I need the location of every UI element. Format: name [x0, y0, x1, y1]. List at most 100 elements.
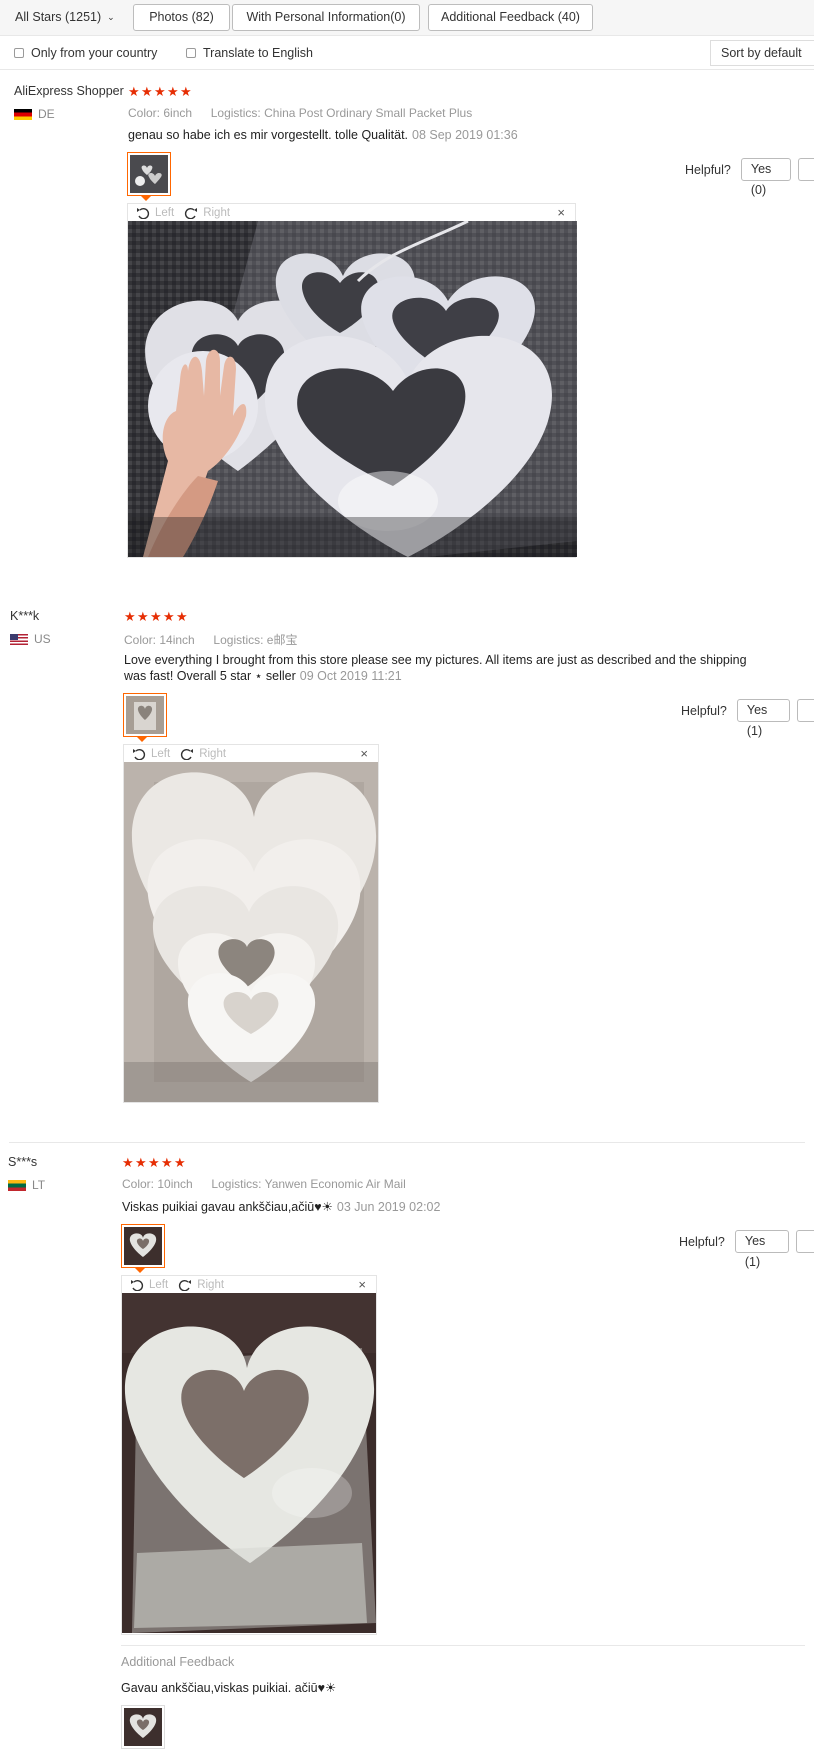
viewer-toolbar: Left Right ×: [124, 745, 378, 762]
rotate-right-label: Right: [197, 1278, 225, 1291]
rotate-left-icon: [131, 1279, 144, 1291]
color-value: 6inch: [163, 106, 193, 120]
only-country-checkbox[interactable]: Only from your country: [14, 46, 157, 60]
close-icon[interactable]: ×: [358, 1276, 366, 1293]
checkbox-box[interactable]: [14, 48, 24, 58]
close-icon[interactable]: ×: [360, 745, 368, 762]
color-label: Color:: [122, 1177, 155, 1191]
rotate-right-button[interactable]: Right: [180, 748, 226, 760]
logistics-label: Logistics:: [210, 106, 261, 120]
rotate-left-label: Left: [151, 747, 171, 760]
helpful-no-button[interactable]: [796, 699, 814, 722]
helpful-yes-button[interactable]: Yes (1): [734, 1230, 790, 1269]
review-photo: [128, 221, 577, 557]
rotate-right-button[interactable]: Right: [178, 1279, 224, 1291]
close-icon[interactable]: ×: [557, 204, 565, 221]
user-country: LT: [8, 1178, 45, 1192]
user-name: S***s: [8, 1155, 38, 1169]
helpful-yes-button[interactable]: Yes (1): [736, 699, 790, 738]
order-info: Color: 10inch Logistics: Yanwen Economic…: [122, 1177, 406, 1191]
review-body: genau so habe ich es mir vorgestellt. to…: [128, 128, 409, 142]
review-text: genau so habe ich es mir vorgestellt. to…: [128, 127, 518, 143]
all-stars-dropdown[interactable]: All Stars (1251) ⌄: [15, 10, 115, 24]
star-rating: ★ ★ ★ ★ ★: [128, 84, 192, 99]
user-name: K***k: [10, 609, 40, 623]
star-icon: ★: [161, 1155, 173, 1170]
photo-thumbnail[interactable]: [123, 693, 167, 737]
thumbnail-pointer: [141, 196, 151, 201]
viewer-toolbar: Left Right ×: [122, 1276, 376, 1293]
star-icon: ★: [124, 609, 136, 624]
options-bar: Only from your country Translate to Engl…: [0, 36, 814, 70]
additional-feedback-text: Gavau ankščiau,viskas puikiai. ačiū♥☀: [121, 1681, 337, 1695]
personal-info-filter-button[interactable]: With Personal Information(0): [232, 4, 420, 31]
country-code: LT: [32, 1178, 46, 1192]
logistics-value: Yanwen Economic Air Mail: [264, 1177, 406, 1191]
star-icon: ★: [135, 1155, 147, 1170]
star-icon: ★: [148, 1155, 160, 1170]
photos-filter-button[interactable]: Photos (82): [133, 4, 230, 31]
only-country-label: Only from your country: [31, 46, 158, 60]
logistics-value: China Post Ordinary Small Packet Plus: [264, 106, 473, 120]
user-name: AliExpress Shopper: [14, 84, 124, 98]
review-photo: [124, 762, 378, 1102]
rotate-right-icon: [181, 748, 194, 760]
viewer-toolbar: Left Right ×: [128, 204, 575, 221]
order-info: Color: 14inch Logistics: e邮宝: [124, 631, 297, 648]
rotate-right-label: Right: [203, 206, 231, 219]
chevron-down-icon: ⌄: [107, 12, 115, 22]
thumbnail-image: [124, 1227, 162, 1265]
rotate-right-icon: [185, 207, 198, 219]
helpful-vote: Helpful? Yes (1): [679, 1230, 814, 1269]
star-icon: ★: [150, 609, 162, 624]
rotate-left-icon: [137, 207, 150, 219]
rotate-left-button[interactable]: Left: [136, 207, 174, 219]
helpful-no-button[interactable]: [796, 1230, 814, 1253]
thumbnail-pointer: [135, 1268, 145, 1273]
additional-photo-thumbnail[interactable]: [121, 1705, 165, 1749]
helpful-label: Helpful?: [679, 1234, 725, 1249]
thumbnail-pointer: [137, 737, 147, 742]
color-value: 10inch: [157, 1177, 193, 1191]
sort-dropdown[interactable]: Sort by default: [710, 40, 814, 66]
star-icon: ★: [141, 84, 153, 99]
rotate-left-icon: [133, 748, 146, 760]
logistics-value: e邮宝: [266, 633, 298, 647]
star-icon: ★: [163, 609, 175, 624]
review-photo: [122, 1293, 376, 1633]
star-icon: ★: [154, 84, 166, 99]
rotate-left-button[interactable]: Left: [130, 1279, 168, 1291]
rotate-left-label: Left: [149, 1278, 169, 1291]
photo-thumbnail[interactable]: [121, 1224, 165, 1268]
user-country: DE: [14, 107, 55, 121]
translate-checkbox[interactable]: Translate to English: [186, 46, 313, 60]
logistics-label: Logistics:: [213, 633, 264, 647]
user-country: US: [10, 632, 51, 646]
color-label: Color:: [124, 633, 157, 647]
star-rating: ★ ★ ★ ★ ★: [124, 609, 188, 624]
rotate-right-button[interactable]: Right: [184, 207, 230, 219]
star-icon: ★: [137, 609, 149, 624]
star-icon: ★: [167, 84, 179, 99]
filter-bar: All Stars (1251) ⌄ Photos (82) With Perso…: [0, 0, 814, 36]
country-code: DE: [38, 107, 55, 121]
rotate-left-button[interactable]: Left: [132, 748, 170, 760]
logistics-label: Logistics:: [211, 1177, 262, 1191]
rotate-right-icon: [179, 1279, 192, 1291]
review-body-line-2: was fast! Overall 5 star ⋆ seller: [124, 669, 296, 683]
review-divider: [9, 1142, 805, 1143]
star-icon: ★: [122, 1155, 134, 1170]
helpful-yes-button[interactable]: Yes (0): [740, 158, 792, 197]
thumbnail-image: [126, 696, 164, 734]
photo-thumbnail[interactable]: [127, 152, 171, 196]
review-date: 08 Sep 2019 01:36: [412, 128, 518, 142]
star-rating: ★ ★ ★ ★ ★: [122, 1155, 186, 1170]
flag-us-icon: [10, 633, 28, 645]
additional-feedback-filter-button[interactable]: Additional Feedback (40): [428, 4, 593, 31]
translate-label: Translate to English: [203, 46, 314, 60]
review-body-line-1: Love everything I brought from this stor…: [124, 653, 747, 667]
helpful-no-button[interactable]: [798, 158, 814, 181]
checkbox-box[interactable]: [186, 48, 196, 58]
order-info: Color: 6inch Logistics: China Post Ordin…: [128, 106, 472, 120]
star-icon: ★: [180, 84, 192, 99]
